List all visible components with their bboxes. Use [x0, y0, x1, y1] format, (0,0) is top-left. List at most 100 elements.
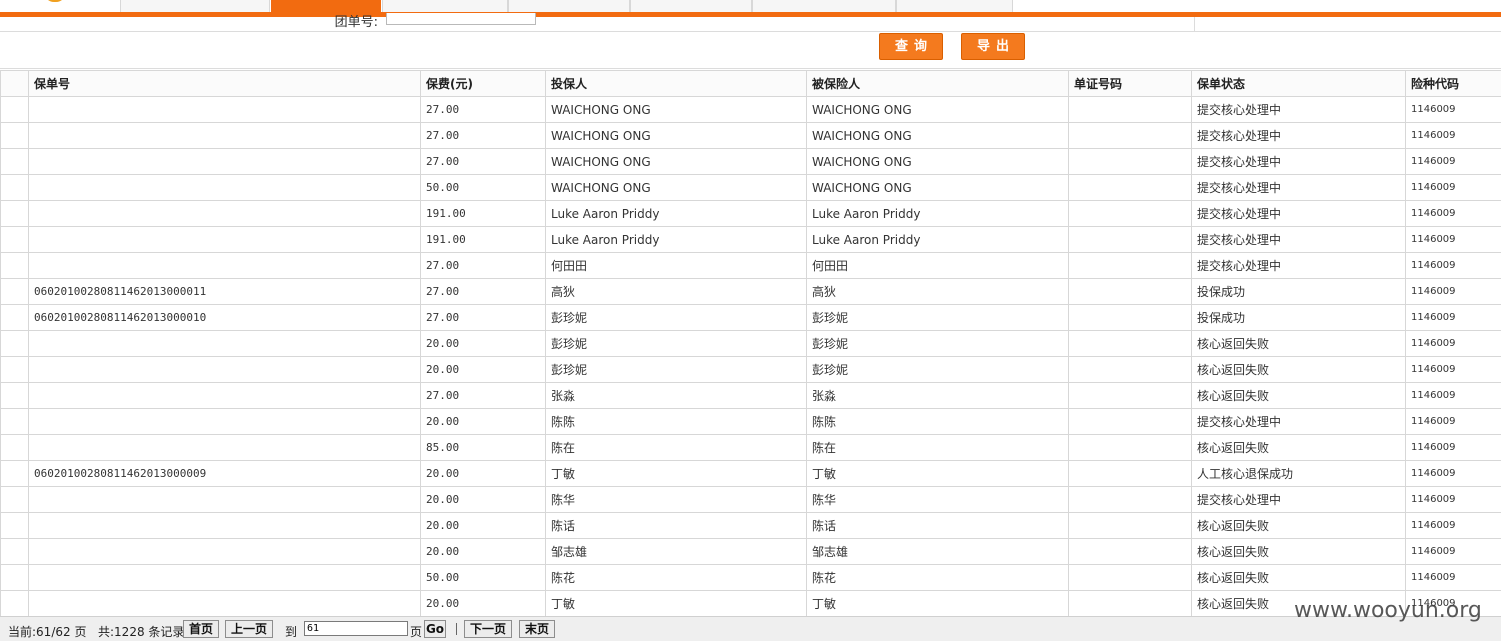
cell-policy-status: 提交核心处理中 [1192, 149, 1406, 175]
first-page-button[interactable]: 首页 [183, 620, 219, 638]
cell-cert-no [1069, 487, 1192, 513]
cell-policy-status: 核心返回失败 [1192, 331, 1406, 357]
cell-policy-no [29, 565, 421, 591]
table-row[interactable]: 191.00Luke Aaron PriddyLuke Aaron Priddy… [1, 227, 1501, 253]
header-policy-no[interactable]: 保单号 [29, 71, 421, 97]
cell-policy-status: 提交核心处理中 [1192, 175, 1406, 201]
table-row[interactable]: 20.00陈华陈华提交核心处理中1146009 [1, 487, 1501, 513]
nav-tab-1[interactable] [120, 0, 270, 12]
nav-tab-5[interactable] [630, 0, 752, 12]
cell-select [1, 97, 29, 123]
header-insured[interactable]: 被保险人 [807, 71, 1069, 97]
cell-insured: 陈华 [807, 487, 1069, 513]
cell-policy-status: 提交核心处理中 [1192, 253, 1406, 279]
logo [44, 0, 66, 2]
cell-policy-no [29, 357, 421, 383]
header-premium[interactable]: 保费(元) [421, 71, 546, 97]
cell-policy-status: 提交核心处理中 [1192, 123, 1406, 149]
table-row[interactable]: 20.00邹志雄邹志雄核心返回失败1146009 [1, 539, 1501, 565]
cell-insured: WAICHONG ONG [807, 175, 1069, 201]
next-page-button[interactable]: 下一页 [464, 620, 512, 638]
query-button[interactable]: 查询 [879, 33, 943, 60]
cell-insured: WAICHONG ONG [807, 149, 1069, 175]
table-row[interactable]: 20.00彭珍妮彭珍妮核心返回失败1146009 [1, 357, 1501, 383]
goto-page-input[interactable] [304, 621, 408, 636]
cell-cert-no [1069, 409, 1192, 435]
cell-premium: 50.00 [421, 565, 546, 591]
cell-policy-status: 提交核心处理中 [1192, 409, 1406, 435]
cell-cert-no [1069, 591, 1192, 617]
results-table-container: 保单号 保费(元) 投保人 被保险人 单证号码 保单状态 险种代码 27.00W… [0, 70, 1501, 616]
header-policy-status[interactable]: 保单状态 [1192, 71, 1406, 97]
cell-select [1, 383, 29, 409]
table-row[interactable]: 27.00WAICHONG ONGWAICHONG ONG提交核心处理中1146… [1, 123, 1501, 149]
table-row[interactable]: 191.00Luke Aaron PriddyLuke Aaron Priddy… [1, 201, 1501, 227]
cell-policy-status: 核心返回失败 [1192, 513, 1406, 539]
cell-premium: 191.00 [421, 227, 546, 253]
cell-product-code: 1146009 [1406, 175, 1501, 201]
cell-applicant: 陈华 [546, 487, 807, 513]
cell-cert-no [1069, 279, 1192, 305]
cell-insured: 高狄 [807, 279, 1069, 305]
cell-policy-status: 核心返回失败 [1192, 565, 1406, 591]
cell-policy-no [29, 591, 421, 617]
cell-select [1, 123, 29, 149]
table-row[interactable]: 20.00陈陈陈陈提交核心处理中1146009 [1, 409, 1501, 435]
cell-applicant: 彭珍妮 [546, 357, 807, 383]
cell-insured: WAICHONG ONG [807, 123, 1069, 149]
header-cert-no[interactable]: 单证号码 [1069, 71, 1192, 97]
cell-policy-no [29, 175, 421, 201]
table-row[interactable]: 0602010028081146201300001027.00彭珍妮彭珍妮投保成… [1, 305, 1501, 331]
last-page-button[interactable]: 末页 [519, 620, 555, 638]
table-row[interactable]: 85.00陈在陈在核心返回失败1146009 [1, 435, 1501, 461]
cell-cert-no [1069, 513, 1192, 539]
header-applicant[interactable]: 投保人 [546, 71, 807, 97]
search-actions: 查询 导出 [0, 32, 1501, 69]
table-row[interactable]: 20.00丁敏丁敏核心返回失败1146009 [1, 591, 1501, 617]
cell-premium: 27.00 [421, 149, 546, 175]
table-row[interactable]: 50.00WAICHONG ONGWAICHONG ONG提交核心处理中1146… [1, 175, 1501, 201]
cell-cert-no [1069, 201, 1192, 227]
group-policy-input[interactable] [386, 13, 536, 25]
group-policy-label: 团单号: [300, 11, 378, 30]
cell-policy-no [29, 149, 421, 175]
table-header-row: 保单号 保费(元) 投保人 被保险人 单证号码 保单状态 险种代码 [1, 71, 1501, 97]
table-row[interactable]: 20.00陈话陈话核心返回失败1146009 [1, 513, 1501, 539]
cell-cert-no [1069, 331, 1192, 357]
cell-premium: 20.00 [421, 539, 546, 565]
cell-premium: 27.00 [421, 383, 546, 409]
prev-page-button[interactable]: 上一页 [225, 620, 273, 638]
cell-cert-no [1069, 565, 1192, 591]
table-row[interactable]: 27.00何田田何田田提交核心处理中1146009 [1, 253, 1501, 279]
table-row[interactable]: 0602010028081146201300000920.00丁敏丁敏人工核心退… [1, 461, 1501, 487]
table-row[interactable]: 27.00WAICHONG ONGWAICHONG ONG提交核心处理中1146… [1, 97, 1501, 123]
cell-policy-no [29, 97, 421, 123]
table-row[interactable]: 27.00张淼张淼核心返回失败1146009 [1, 383, 1501, 409]
nav-tab-6[interactable] [752, 0, 896, 12]
nav-tab-4[interactable] [508, 0, 630, 12]
cell-applicant: 陈在 [546, 435, 807, 461]
export-button[interactable]: 导出 [961, 33, 1025, 60]
cell-product-code: 1146009 [1406, 331, 1501, 357]
nav-tab-3[interactable] [382, 0, 508, 12]
header-select [1, 71, 29, 97]
cell-cert-no [1069, 123, 1192, 149]
table-row[interactable]: 50.00陈花陈花核心返回失败1146009 [1, 565, 1501, 591]
go-button[interactable]: Go [424, 620, 446, 638]
header-product-code[interactable]: 险种代码 [1406, 71, 1501, 97]
nav-tab-7[interactable] [896, 0, 1013, 12]
cell-product-code: 1146009 [1406, 253, 1501, 279]
cell-cert-no [1069, 539, 1192, 565]
cell-policy-no: 0602010028081146201300001​1 [29, 279, 421, 305]
cell-cert-no [1069, 253, 1192, 279]
table-row[interactable]: 0602010028081146201300001​127.00高狄高狄投保成功… [1, 279, 1501, 305]
goto-label: 到 [285, 623, 297, 640]
cell-insured: 彭珍妮 [807, 357, 1069, 383]
cell-product-code: 1146009 [1406, 539, 1501, 565]
table-row[interactable]: 20.00彭珍妮彭珍妮核心返回失败1146009 [1, 331, 1501, 357]
cell-premium: 20.00 [421, 591, 546, 617]
cell-insured: 丁敏 [807, 461, 1069, 487]
cell-policy-no [29, 201, 421, 227]
cell-select [1, 331, 29, 357]
table-row[interactable]: 27.00WAICHONG ONGWAICHONG ONG提交核心处理中1146… [1, 149, 1501, 175]
